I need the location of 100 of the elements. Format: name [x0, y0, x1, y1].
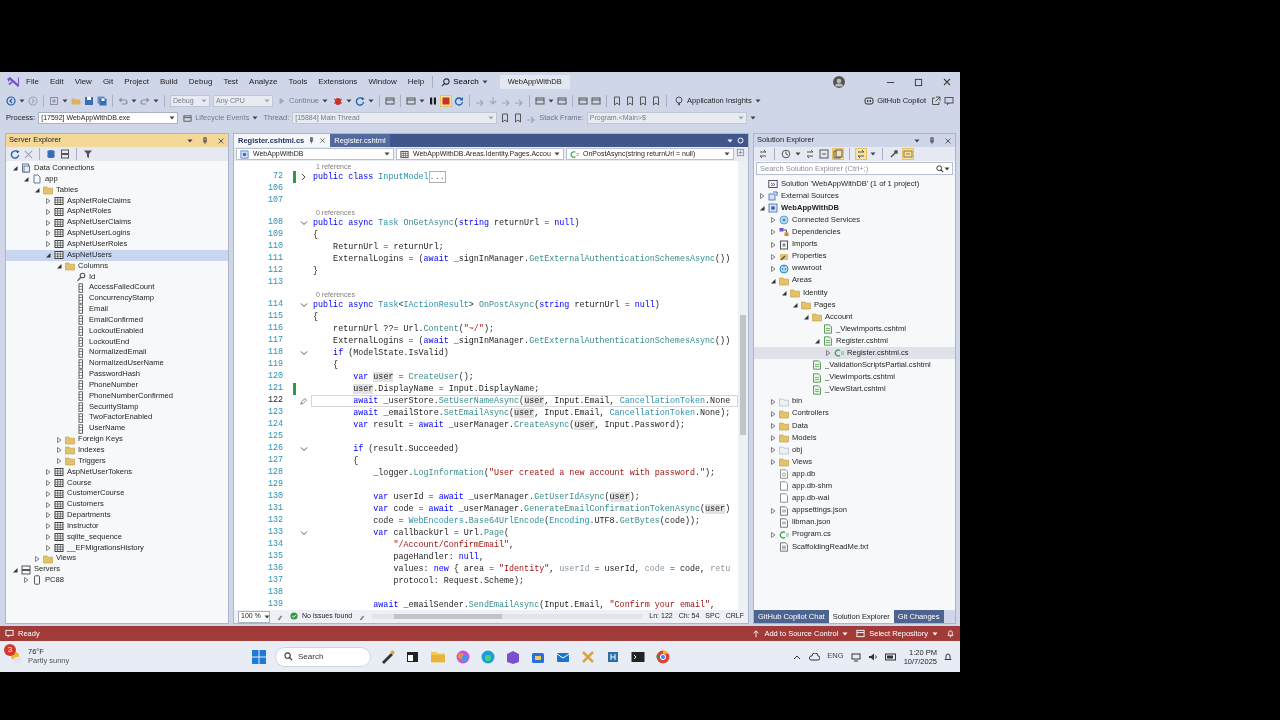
restart-icon[interactable]: [454, 96, 465, 106]
collapsed-arrow-icon[interactable]: [44, 501, 51, 508]
expanded-fold-icon[interactable]: [300, 349, 308, 357]
collapsed-arrow-icon[interactable]: [44, 469, 51, 476]
menu-item[interactable]: File: [21, 76, 44, 88]
close-icon[interactable]: [319, 137, 327, 144]
caret-icon[interactable]: [131, 98, 137, 104]
collapsed-fold-icon[interactable]: [300, 173, 308, 181]
back-icon[interactable]: [6, 96, 16, 106]
menu-item[interactable]: Project: [119, 76, 155, 88]
menu-item[interactable]: Git: [97, 76, 119, 88]
expanded-arrow-icon[interactable]: [791, 302, 798, 308]
collapsed-arrow-icon[interactable]: [55, 447, 62, 454]
collapsed-arrow-icon[interactable]: [769, 507, 776, 514]
bug-icon[interactable]: [333, 96, 344, 106]
collapse-icon[interactable]: [819, 149, 829, 159]
expanded-fold-icon[interactable]: [300, 529, 308, 537]
search-button[interactable]: Search: [436, 75, 493, 89]
pin-icon[interactable]: [201, 136, 209, 145]
preview-icon[interactable]: [903, 149, 913, 159]
app-icon[interactable]: [455, 648, 471, 665]
maximize-icon[interactable]: [914, 77, 923, 87]
vertical-scrollbar[interactable]: [738, 161, 748, 610]
collapsed-arrow-icon[interactable]: [44, 219, 51, 226]
collapsed-arrow-icon[interactable]: [44, 544, 51, 551]
collapsed-arrow-icon[interactable]: [44, 208, 51, 215]
expanded-arrow-icon[interactable]: [802, 314, 809, 321]
cloud-icon[interactable]: [808, 652, 821, 661]
history-icon[interactable]: [781, 149, 791, 159]
collapsed-arrow-icon[interactable]: [33, 555, 40, 562]
sync-icon[interactable]: [805, 149, 815, 159]
speaker-icon[interactable]: [867, 651, 878, 662]
filter-icon[interactable]: [83, 149, 93, 159]
collapsed-arrow-icon[interactable]: [55, 458, 62, 465]
browser-icon[interactable]: [655, 648, 671, 665]
collapsed-arrow-icon[interactable]: [22, 577, 29, 584]
caret-icon[interactable]: [153, 98, 159, 104]
collapsed-arrow-icon[interactable]: [824, 350, 831, 357]
server-icon[interactable]: [60, 149, 70, 159]
caret-icon[interactable]: [187, 137, 193, 144]
caret-icon[interactable]: [19, 98, 25, 104]
switch-view-icon[interactable]: [856, 149, 866, 159]
collapsed-arrow-icon[interactable]: [44, 479, 51, 486]
battery-icon[interactable]: [884, 652, 897, 661]
stop-icon[interactable]: [441, 96, 452, 106]
collapsed-arrow-icon[interactable]: [769, 398, 776, 405]
pages-icon[interactable]: [833, 149, 843, 159]
caret-icon[interactable]: [419, 98, 426, 104]
collapsed-arrow-icon[interactable]: [44, 490, 51, 497]
bookmark-icon[interactable]: [651, 96, 662, 106]
expanded-fold-icon[interactable]: [300, 301, 308, 309]
menu-item[interactable]: Test: [218, 76, 244, 88]
save-all-icon[interactable]: [97, 96, 107, 106]
pause-icon[interactable]: [428, 96, 439, 106]
collapsed-arrow-icon[interactable]: [44, 197, 51, 204]
connect-database-icon[interactable]: [46, 149, 56, 159]
save-icon[interactable]: [84, 96, 94, 106]
menu-item[interactable]: Extensions: [313, 76, 363, 88]
menu-item[interactable]: Help: [402, 76, 430, 88]
browser-icon[interactable]: [480, 648, 496, 665]
taskbar-search[interactable]: Search: [275, 646, 371, 667]
close-icon[interactable]: [942, 77, 952, 87]
collapsed-arrow-icon[interactable]: [769, 410, 776, 417]
expanded-arrow-icon[interactable]: [11, 165, 18, 172]
collapsed-arrow-icon[interactable]: [769, 447, 776, 454]
share-icon[interactable]: [931, 96, 941, 106]
pin-icon[interactable]: [308, 137, 316, 144]
close-icon[interactable]: [944, 136, 952, 145]
menu-item[interactable]: Edit: [44, 76, 69, 88]
horizontal-scrollbar[interactable]: [372, 614, 644, 619]
collapsed-arrow-icon[interactable]: [769, 459, 776, 466]
menu-item[interactable]: Window: [363, 76, 402, 88]
refresh-icon[interactable]: [355, 96, 366, 106]
expanded-arrow-icon[interactable]: [55, 263, 62, 269]
collapsed-arrow-icon[interactable]: [44, 523, 51, 530]
collapsed-arrow-icon[interactable]: [769, 531, 776, 538]
wrench-icon[interactable]: [889, 149, 899, 159]
collapsed-arrow-icon[interactable]: [769, 253, 776, 260]
caret-icon[interactable]: [368, 98, 375, 104]
collapsed-arrow-icon[interactable]: [769, 422, 776, 429]
expanded-arrow-icon[interactable]: [22, 176, 29, 183]
caret-icon[interactable]: [914, 137, 920, 144]
expanded-arrow-icon[interactable]: [769, 277, 776, 284]
bookmark-icon[interactable]: [638, 96, 649, 106]
menu-item[interactable]: View: [69, 76, 97, 88]
expanded-arrow-icon[interactable]: [813, 338, 820, 345]
notification-icon[interactable]: [946, 629, 955, 638]
collapsed-arrow-icon[interactable]: [44, 512, 51, 519]
collapsed-arrow-icon[interactable]: [44, 241, 51, 248]
expanded-arrow-icon[interactable]: [44, 252, 51, 259]
caret-icon[interactable]: [795, 151, 801, 157]
collapsed-arrow-icon[interactable]: [44, 534, 51, 541]
expanded-arrow-icon[interactable]: [11, 566, 18, 573]
collapsed-arrow-icon[interactable]: [769, 241, 776, 248]
expanded-fold-icon[interactable]: [300, 445, 308, 453]
menu-item[interactable]: Analyze: [244, 76, 283, 88]
start-icon[interactable]: [252, 649, 266, 664]
collapsed-arrow-icon[interactable]: [769, 435, 776, 441]
collapsed-arrow-icon[interactable]: [758, 193, 765, 200]
refresh-icon[interactable]: [10, 149, 20, 159]
